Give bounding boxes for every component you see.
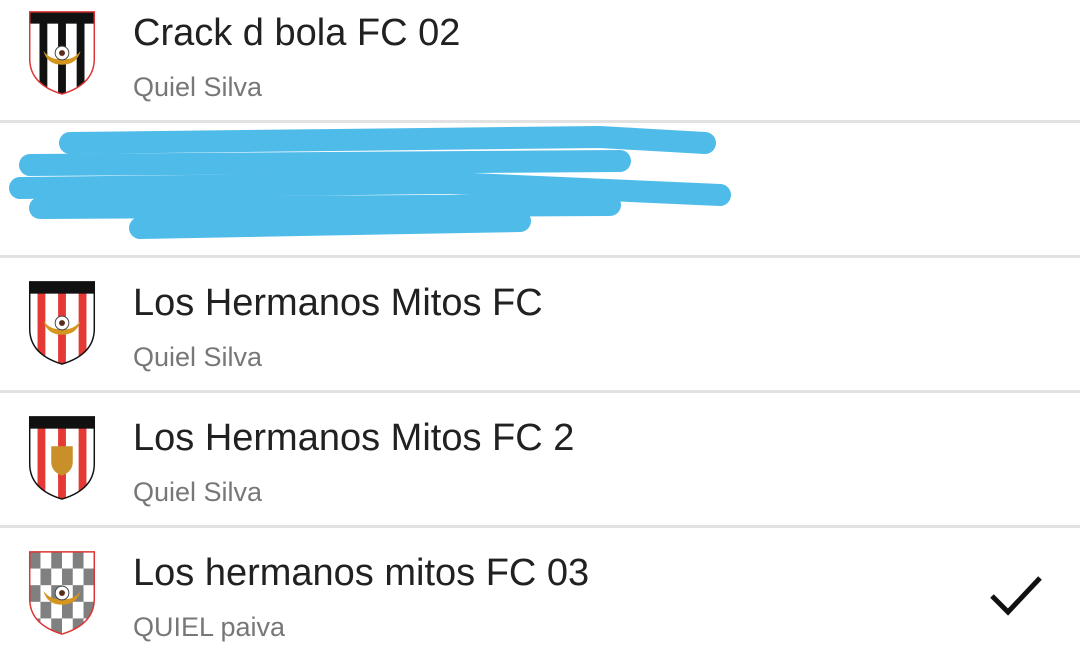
team-owner: QUIEL paiva [133,612,286,642]
team-name: Crack d bola FC 02 [133,12,461,54]
team-name: Los hermanos mitos FC 03 [133,552,590,594]
gray-checkered-crest-icon [28,551,96,635]
team-owner: Quiel Silva [133,342,263,372]
red-white-stripes-shield-crest-icon [28,416,96,500]
team-name: Los Hermanos Mitos FC [133,282,543,324]
team-list-item[interactable]: Los Hermanos Mitos FC 2 Quiel Silva [0,393,1080,528]
checkmark-icon [990,576,1042,616]
black-white-stripes-crest-icon [28,11,96,95]
team-owner: Quiel Silva [133,72,263,102]
team-list-item[interactable]: Los Hermanos Mitos FC Quiel Silva [0,258,1080,393]
team-list-item[interactable]: Crack d bola FC 02 Quiel Silva [0,0,1080,123]
team-name: Los Hermanos Mitos FC 2 [133,417,575,459]
redaction-scribble [9,125,731,239]
red-white-stripes-crest-icon [28,281,96,365]
team-owner: Quiel Silva [133,477,263,507]
team-list-item-selected[interactable]: Los hermanos mitos FC 03 QUIEL paiva [0,528,1080,663]
team-list-item-redacted[interactable] [0,123,1080,258]
